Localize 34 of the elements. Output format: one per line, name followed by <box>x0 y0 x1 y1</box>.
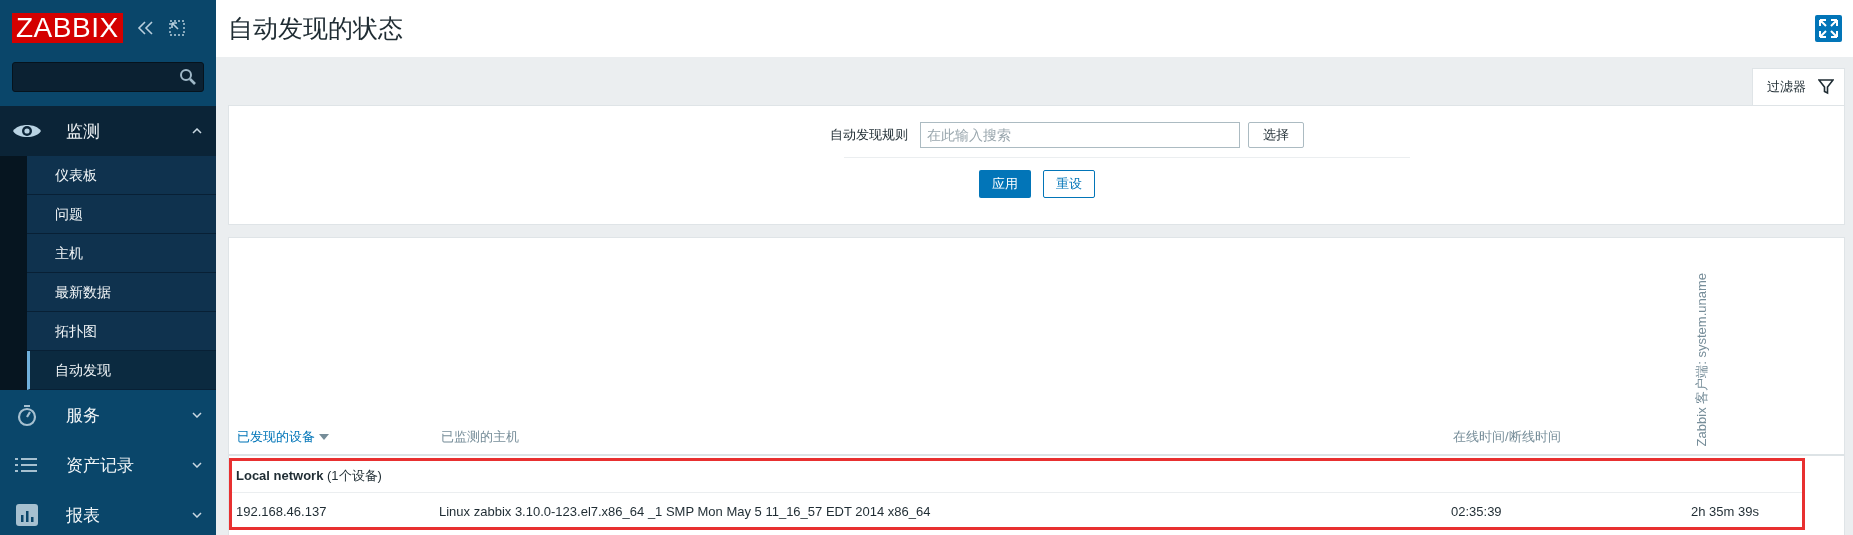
table-cell: 2h 35m 39s <box>1691 503 1759 519</box>
sorted-column-header[interactable]: 已发现的设备 <box>237 428 329 446</box>
column-header[interactable]: 已监测的主机 <box>441 428 519 446</box>
chevron-icon <box>192 128 202 134</box>
menu-item[interactable]: 报表 <box>0 490 216 535</box>
chevron-icon <box>192 412 202 418</box>
menu-item[interactable]: 资产记录 <box>0 440 216 490</box>
column-header[interactable]: Zabbix 客户端: system.uname <box>1693 272 1711 446</box>
apply-button[interactable]: 应用 <box>978 170 1031 198</box>
collapse-icon[interactable] <box>136 21 155 35</box>
kiosk-mode-icon[interactable] <box>168 20 185 36</box>
table-cell: Linux zabbix 3.10.0-123.el7.x86_64 _1 SMP Mon May 5 11_16_57 EDT 2014 x86_64 <box>439 503 931 519</box>
field-label: 自动发现规则 <box>829 126 908 144</box>
submenu-item[interactable]: 自动发现 <box>27 351 216 390</box>
sort-arrow-icon <box>319 434 329 440</box>
search-input[interactable]: 在此输入搜索 <box>919 122 1240 148</box>
menu-item[interactable]: 监测 <box>0 106 216 156</box>
search-icon[interactable] <box>179 68 197 86</box>
chevron-icon <box>192 462 202 468</box>
zabbix-logo: ZABBIX <box>12 13 123 43</box>
chevron-icon <box>192 512 202 518</box>
eye-icon <box>12 122 42 140</box>
table-cell: 192.168.46.137 <box>236 503 327 519</box>
filter-icon <box>1818 79 1834 95</box>
menu-item[interactable]: 服务 <box>0 390 216 440</box>
reset-button[interactable]: 重设 <box>1042 170 1095 198</box>
search-field[interactable] <box>12 62 204 92</box>
fullscreen-button[interactable] <box>1815 15 1842 42</box>
page-title: 自动发现的状态 <box>228 13 403 44</box>
group-title: Local network (1个设备) <box>236 466 382 485</box>
select-button[interactable]: 选择 <box>1247 122 1304 148</box>
table-cell: 02:35:39 <box>1451 503 1502 519</box>
column-header[interactable]: 在线时间/断线时间 <box>1453 428 1561 446</box>
filter-tab[interactable]: 过滤器 <box>1752 68 1845 105</box>
